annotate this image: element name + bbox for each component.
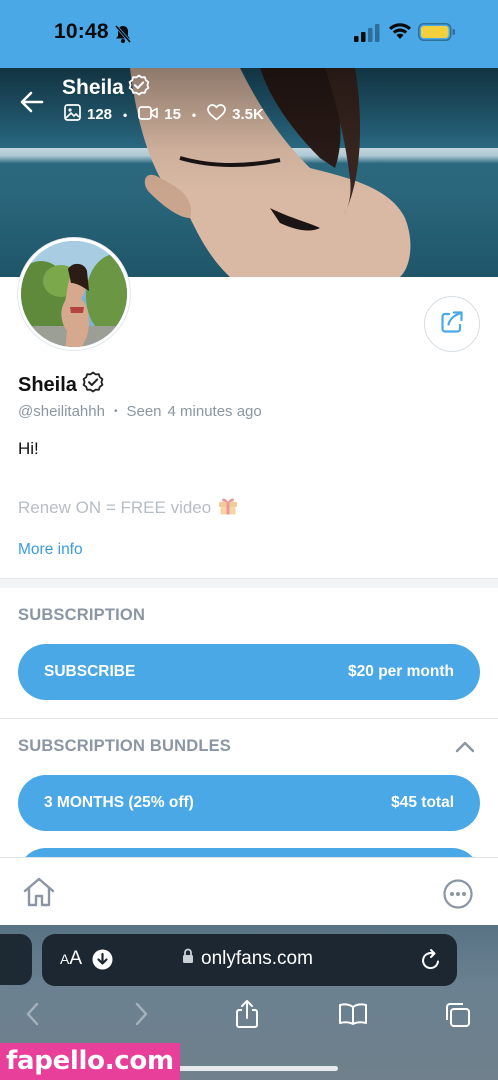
status-bar: 10:48 [0,0,498,68]
more-info-link[interactable]: More info [18,541,83,559]
avatar[interactable] [18,238,130,350]
header-name-text: Sheila [62,76,124,99]
image-icon [64,104,81,125]
heart-icon [207,104,226,125]
likes-count: 3.5K [232,106,264,123]
subscription-title: SUBSCRIPTION [18,606,146,624]
videos-stat: 15 [138,105,181,125]
bundle-3-months-button[interactable]: 3 MONTHS (25% off) $45 total [18,775,480,831]
download-icon[interactable] [92,949,113,975]
photos-count: 128 [87,106,113,123]
bundle-label: 3 MONTHS (25% off) [44,794,194,811]
bundle-price: $45 total [391,794,454,811]
bookmarks-icon[interactable] [338,1002,368,1031]
status-time: 10:48 [54,20,109,43]
video-camera-icon [138,105,159,125]
url-display[interactable]: onlyfans.com [182,948,313,970]
photos-stat: 128 [64,104,112,125]
profile-name: Sheila [18,371,104,399]
back-arrow-icon[interactable] [18,88,46,116]
likes-stat: 3.5K [207,104,264,125]
cellular-signal-icon [354,24,380,47]
browser-forward-icon[interactable] [132,1002,150,1031]
bio-line-1: Hi! [18,439,39,458]
address-bar[interactable]: AA onlyfans.com [42,934,457,986]
app-bottom-nav [0,857,498,925]
home-indicator[interactable] [160,1066,338,1071]
share-icon [439,309,465,340]
profile-meta: @sheilitahhh • Seen 4 minutes ago [18,403,262,420]
watermark: fapello.com [0,1043,180,1080]
gift-icon [217,494,239,521]
url-text: onlyfans.com [201,948,313,969]
more-options-icon[interactable] [442,878,474,915]
verified-badge-icon [128,74,150,102]
section-divider [0,578,498,588]
reader-options-button[interactable]: AA [60,948,82,970]
share-button[interactable] [424,296,480,352]
header-stats: 128 • 15 • 3.5K [64,104,264,125]
subscribe-price: $20 per month [348,663,454,680]
subscribe-label: SUBSCRIBE [44,663,136,680]
profile-name-text: Sheila [18,373,77,396]
last-seen-time: 4 minutes ago [167,403,262,420]
section-divider-thin [0,718,498,719]
home-icon[interactable] [22,876,56,913]
seen-label: Seen [126,403,162,420]
bio-line-2: Renew ON = FREE video [18,494,239,521]
header-name: Sheila [62,74,150,102]
wifi-icon [388,22,412,45]
verified-badge-icon [82,371,104,399]
avatar-photo [21,241,127,347]
username: @sheilitahhh [18,403,105,420]
battery-icon [418,23,456,46]
lock-icon [182,948,194,970]
browser-back-icon[interactable] [24,1002,42,1031]
subscribe-button[interactable]: SUBSCRIBE $20 per month [18,644,480,700]
tabs-icon[interactable] [444,1002,472,1033]
bundles-title: SUBSCRIPTION BUNDLES [18,737,232,755]
bell-muted-icon [114,24,132,49]
bio-line-2-text: Renew ON = FREE video [18,497,212,517]
chevron-up-icon[interactable] [454,737,476,762]
videos-count: 15 [164,106,181,123]
previous-tab-preview[interactable] [0,934,32,985]
share-sheet-icon[interactable] [234,999,260,1034]
reload-icon[interactable] [420,948,442,977]
